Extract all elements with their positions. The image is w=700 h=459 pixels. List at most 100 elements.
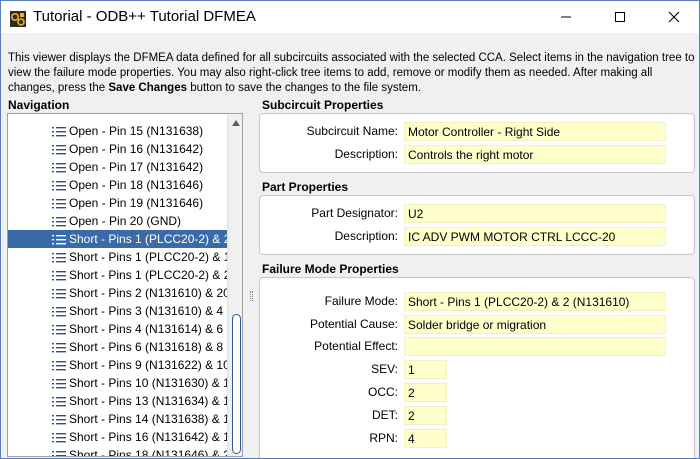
tree-item[interactable]: Open - Pin 20 (GND) xyxy=(8,212,228,230)
tree-item-label: Short - Pins 1 (PLCC20-2) & 19 (N131646) xyxy=(69,250,228,264)
tree-item[interactable]: Short - Pins 16 (N131642) & 18 (N131646) xyxy=(8,428,228,446)
tree-item[interactable]: Short - Pins 9 (N131622) & 10 (N131630) xyxy=(8,356,228,374)
occ-field[interactable]: 2 xyxy=(404,383,447,402)
intro-text-part-2: button to save the changes to the file s… xyxy=(187,82,421,94)
app-icon xyxy=(10,11,26,27)
tree-item[interactable]: Open - Pin 19 (N131646) xyxy=(8,194,228,212)
tree-item[interactable]: Short - Pins 3 (N131610) & 4 (N131614) xyxy=(8,302,228,320)
tree-item-label: Open - Pin 17 (N131642) xyxy=(69,160,204,174)
scroll-up-button[interactable] xyxy=(228,114,242,131)
maximize-button[interactable] xyxy=(597,1,643,33)
sev-field[interactable]: 1 xyxy=(404,360,447,379)
failure-mode-label: Failure Mode: xyxy=(324,294,398,308)
tree-item-label: Short - Pins 13 (N131634) & 14 (N131638) xyxy=(69,394,228,408)
dfmea-viewer-window: Tutorial - ODB++ Tutorial DFMEA This vie… xyxy=(0,0,700,459)
list-icon xyxy=(52,325,66,335)
tree-item-label: Short - Pins 4 (N131614) & 6 (N131618) xyxy=(69,322,228,336)
tree-item[interactable]: Open - Pin 15 (N131638) xyxy=(8,122,228,140)
maximize-icon xyxy=(615,12,625,22)
list-icon xyxy=(52,289,66,299)
tree-item[interactable]: Open - Pin 16 (N131642) xyxy=(8,140,228,158)
close-button[interactable] xyxy=(651,1,697,33)
vertical-scrollbar[interactable] xyxy=(227,114,242,456)
list-icon xyxy=(52,235,66,245)
list-icon xyxy=(52,379,66,389)
tree-item[interactable]: Short - Pins 1 (PLCC20-2) & 19 (N131646) xyxy=(8,248,228,266)
tree-item-label: Short - Pins 3 (N131610) & 4 (N131614) xyxy=(69,304,228,318)
det-field[interactable]: 2 xyxy=(404,406,447,425)
tree-item-label: Short - Pins 6 (N131618) & 8 (N131622) xyxy=(69,340,228,354)
minimize-button[interactable] xyxy=(543,1,589,33)
list-icon xyxy=(52,145,66,155)
list-icon xyxy=(52,451,66,456)
subcircuit-description-field[interactable]: Controls the right motor xyxy=(404,145,666,164)
failure-mode-field[interactable]: Short - Pins 1 (PLCC20-2) & 2 (N131610) xyxy=(404,292,666,311)
tree-item[interactable]: Short - Pins 10 (N131630) & 12 (N131634) xyxy=(8,374,228,392)
tree-item-label: Open - Pin 19 (N131646) xyxy=(69,196,204,210)
navigation-tree[interactable]: Open - Pin 15 (N131638) Open - Pin 16 (N1… xyxy=(7,113,243,457)
subcircuit-name-label: Subcircuit Name: xyxy=(306,124,398,138)
close-icon xyxy=(668,11,680,23)
list-icon xyxy=(52,271,66,281)
arrow-up-icon xyxy=(232,119,240,126)
tree-item-label: Short - Pins 10 (N131630) & 12 (N131634) xyxy=(69,376,228,390)
panel-splitter[interactable] xyxy=(250,291,253,301)
subcircuit-name-field[interactable]: Motor Controller - Right Side xyxy=(404,122,666,141)
tree-item[interactable]: Open - Pin 18 (N131646) xyxy=(8,176,228,194)
tree-item[interactable]: Short - Pins 2 (N131610) & 20 (GND) xyxy=(8,284,228,302)
potential-effect-field[interactable] xyxy=(404,337,666,356)
list-icon xyxy=(52,163,66,173)
subcircuit-properties-header: Subcircuit Properties xyxy=(262,98,384,112)
det-label: DET: xyxy=(371,408,398,422)
potential-effect-label: Potential Effect: xyxy=(314,339,398,353)
intro-text: This viewer displays the DFMEA data defi… xyxy=(8,51,696,96)
tree-item-label: Open - Pin 15 (N131638) xyxy=(69,124,204,138)
potential-cause-label: Potential Cause: xyxy=(309,317,398,331)
list-icon xyxy=(52,127,66,137)
part-designator-label: Part Designator: xyxy=(311,206,398,220)
tree-item-label: Short - Pins 9 (N131622) & 10 (N131630) xyxy=(69,358,228,372)
list-icon xyxy=(52,343,66,353)
scroll-thumb[interactable] xyxy=(232,314,241,454)
part-description-field[interactable]: IC ADV PWM MOTOR CTRL LCCC-20 xyxy=(404,227,666,246)
list-icon xyxy=(52,253,66,263)
tree-item[interactable]: Open - Pin 17 (N131642) xyxy=(8,158,228,176)
failure-mode-properties-group: Failure Mode: Short - Pins 1 (PLCC20-2) … xyxy=(259,277,695,458)
tree-item-label: Open - Pin 16 (N131642) xyxy=(69,142,204,156)
minimize-icon xyxy=(561,16,571,18)
tree-item-label: Short - Pins 1 (PLCC20-2) & 2 (N131610) xyxy=(69,232,228,246)
tree-item-label: Short - Pins 18 (N131646) & 20 (GND) xyxy=(69,448,228,457)
list-icon xyxy=(52,361,66,371)
title-bar[interactable]: Tutorial - ODB++ Tutorial DFMEA xyxy=(1,1,699,33)
list-icon xyxy=(52,181,66,191)
tree-item-label: Short - Pins 2 (N131610) & 20 (GND) xyxy=(69,286,228,300)
subcircuit-properties-group: Subcircuit Name: Motor Controller - Righ… xyxy=(259,113,695,173)
tree-item[interactable]: Short - Pins 4 (N131614) & 6 (N131618) xyxy=(8,320,228,338)
navigation-header: Navigation xyxy=(8,98,70,112)
tree-item-label: Open - Pin 20 (GND) xyxy=(69,214,182,228)
rpn-field[interactable]: 4 xyxy=(404,429,447,448)
occ-label: OCC: xyxy=(368,385,398,399)
list-icon xyxy=(52,217,66,227)
tree-item-label: Open - Pin 18 (N131646) xyxy=(69,178,204,192)
tree-item[interactable]: Short - Pins 18 (N131646) & 20 (GND) xyxy=(8,446,228,457)
potential-cause-field[interactable]: Solder bridge or migration xyxy=(404,315,666,334)
tree-item[interactable]: Short - Pins 1 (PLCC20-2) & 2 (N131610) xyxy=(8,230,228,248)
failure-mode-properties-header: Failure Mode Properties xyxy=(262,262,399,276)
list-icon xyxy=(52,433,66,443)
tree-item[interactable]: Short - Pins 6 (N131618) & 8 (N131622) xyxy=(8,338,228,356)
rpn-label: RPN: xyxy=(369,431,398,445)
intro-save-changes: Save Changes xyxy=(108,82,187,94)
list-icon xyxy=(52,199,66,209)
tree-item[interactable]: Short - Pins 1 (PLCC20-2) & 20 (GND) xyxy=(8,266,228,284)
part-properties-group: Part Designator: U2 Description: IC ADV … xyxy=(259,195,695,255)
tree-item-label: Short - Pins 1 (PLCC20-2) & 20 (GND) xyxy=(69,268,228,282)
sev-label: SEV: xyxy=(371,362,398,376)
subcircuit-description-label: Description: xyxy=(334,147,398,161)
part-designator-field[interactable]: U2 xyxy=(404,204,666,223)
part-description-label: Description: xyxy=(334,229,398,243)
tree-item[interactable]: Short - Pins 13 (N131634) & 14 (N131638) xyxy=(8,392,228,410)
list-icon xyxy=(52,397,66,407)
tree-item[interactable]: Short - Pins 14 (N131638) & 16 (N131642) xyxy=(8,410,228,428)
tree-item-label: Short - Pins 14 (N131638) & 16 (N131642) xyxy=(69,412,228,426)
